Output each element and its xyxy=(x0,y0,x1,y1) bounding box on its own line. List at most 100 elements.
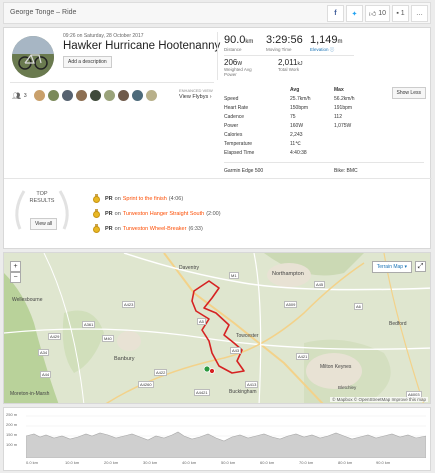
place-label: Daventry xyxy=(179,265,200,271)
map-canvas[interactable] xyxy=(4,253,431,404)
segment-link[interactable]: Sprint to the finish xyxy=(123,196,167,202)
more-button[interactable]: … xyxy=(411,5,428,22)
moving-time-label: Moving Time xyxy=(266,47,292,52)
avatar[interactable] xyxy=(33,90,45,101)
elevation-unit: m xyxy=(337,39,343,45)
stats-divider xyxy=(224,55,354,56)
elevation-profile[interactable]: 250 m 200 m 150 m 100 m 0.0 km 10.0 km 2… xyxy=(3,407,431,471)
enhanced-view-label: ENHANCED VIEW xyxy=(179,88,213,93)
road-label: A413 xyxy=(245,381,259,388)
page-title: George Tonge – Ride xyxy=(10,9,77,16)
road-label: A45 xyxy=(314,281,326,288)
facebook-share-button[interactable]: f xyxy=(326,5,344,22)
road-label: A423 xyxy=(122,301,136,308)
zoom-in-button[interactable]: + xyxy=(10,261,21,272)
social-divider xyxy=(10,82,214,83)
group-athletes: 👥︎ 3 xyxy=(12,90,157,101)
place-label: Moreton-in-Marsh xyxy=(10,391,50,397)
ellipsis-icon: … xyxy=(416,10,423,17)
kudos-count: 10 xyxy=(378,10,386,17)
pr-on: on xyxy=(114,195,121,202)
show-less-button[interactable]: Show Less xyxy=(391,87,426,99)
gear-divider xyxy=(224,162,424,163)
twitter-share-button[interactable]: ✦ xyxy=(345,5,363,22)
thumbs-up-icon: 👍︎ xyxy=(368,11,377,18)
x-tick-label: 30.0 km xyxy=(143,460,158,465)
activity-title[interactable]: Hawker Hurricane Hootenanny xyxy=(63,40,220,52)
road-label: M40 xyxy=(102,335,114,342)
moving-time-stat: 3:29:56 Moving Time xyxy=(266,34,303,52)
place-label: Milton Keynes xyxy=(320,364,352,370)
row-avg: 75 xyxy=(290,114,296,120)
comment-button[interactable]: ▪ 1 xyxy=(392,5,409,22)
place-label: Bletchley xyxy=(338,385,357,390)
top-results: TOP RESULTS View all xyxy=(10,181,74,237)
map-attribution[interactable]: © Mapbox © OpenStreetMap Improve this ma… xyxy=(330,397,428,402)
avatar[interactable] xyxy=(145,90,157,101)
chevron-right-icon: › xyxy=(209,94,212,100)
place-label: Buckingham xyxy=(229,389,257,395)
row-label: Cadence xyxy=(224,114,245,120)
avatar[interactable] xyxy=(117,90,129,101)
medal-icon xyxy=(93,209,100,218)
terrain-map-dropdown[interactable]: Terrain Map ▾ xyxy=(371,261,412,273)
segment-time: (2:00) xyxy=(206,210,221,217)
distance-unit: km xyxy=(245,39,254,45)
road-label: A43 xyxy=(230,347,242,354)
avatar[interactable] xyxy=(47,90,59,101)
distance-stat: 90.0km Distance xyxy=(224,34,253,52)
comment-icon: ▪ xyxy=(396,10,399,17)
segment-link[interactable]: Turweston Wheel-Breaker xyxy=(123,226,187,232)
avatar[interactable] xyxy=(75,90,87,101)
list-item: PR on Turweston Hanger Straight South (2… xyxy=(93,206,221,221)
power-label: Weighted Avg Power xyxy=(224,67,252,77)
route-map[interactable]: Daventry Northampton Wellesbourne Towces… xyxy=(3,252,431,404)
avatar[interactable] xyxy=(103,90,115,101)
place-label: Towcester xyxy=(236,333,259,339)
segment-time: (4:06) xyxy=(168,195,184,202)
power-value: 206 xyxy=(224,58,238,67)
pr-on: on xyxy=(114,210,121,217)
medal-icon xyxy=(93,224,100,233)
row-avg: 160W xyxy=(290,123,304,129)
athlete-avatar[interactable] xyxy=(12,36,54,78)
road-label: A34 xyxy=(38,349,50,356)
info-icon[interactable]: ⓘ xyxy=(330,47,335,52)
bike-photo-icon xyxy=(12,36,54,78)
row-label: Calories xyxy=(224,132,243,138)
segment-link[interactable]: Turweston Hanger Straight South xyxy=(123,211,204,217)
device-name: Garmin Edge 500 xyxy=(224,168,264,174)
row-label: Elapsed Time xyxy=(224,150,255,156)
kudos-button[interactable]: 👍︎ 10 xyxy=(364,5,390,22)
view-flybys-link[interactable]: View Flybys › xyxy=(179,94,212,100)
avatar[interactable] xyxy=(89,90,101,101)
row-max: 56.2km/h xyxy=(334,96,355,102)
top-results-title-line1: TOP xyxy=(36,191,48,197)
activity-summary: 09:26 on Saturday, 28 October 2017 Hawke… xyxy=(3,27,432,249)
add-description-button[interactable]: Add a description xyxy=(63,56,112,68)
x-tick-label: 90.0 km xyxy=(376,460,391,465)
row-label: Power xyxy=(224,123,239,129)
row-avg: 2,243 xyxy=(290,132,303,138)
pr-on: on xyxy=(114,225,121,232)
work-value: 2,011 xyxy=(278,58,298,67)
view-flybys-label: View Flybys xyxy=(179,94,209,100)
avatar[interactable] xyxy=(131,90,143,101)
avg-column-header: Avg xyxy=(290,87,300,93)
work-label: Total Work xyxy=(278,67,300,72)
x-tick-label: 40.0 km xyxy=(182,460,197,465)
twitter-icon: ✦ xyxy=(351,10,358,18)
road-label: A44 xyxy=(40,371,52,378)
segment-time: (6:33) xyxy=(188,225,203,232)
fullscreen-button[interactable]: ⤢ xyxy=(415,261,426,272)
zoom-out-button[interactable]: − xyxy=(10,272,21,283)
view-all-button[interactable]: View all xyxy=(30,218,58,230)
avatar[interactable] xyxy=(61,90,73,101)
road-label: A4421 xyxy=(194,389,210,396)
start-marker xyxy=(203,365,211,373)
road-label: M1 xyxy=(229,272,239,279)
x-tick-label: 70.0 km xyxy=(299,460,314,465)
place-label: Wellesbourne xyxy=(12,297,43,303)
elevation-chart[interactable] xyxy=(26,412,426,458)
x-tick-label: 80.0 km xyxy=(338,460,353,465)
